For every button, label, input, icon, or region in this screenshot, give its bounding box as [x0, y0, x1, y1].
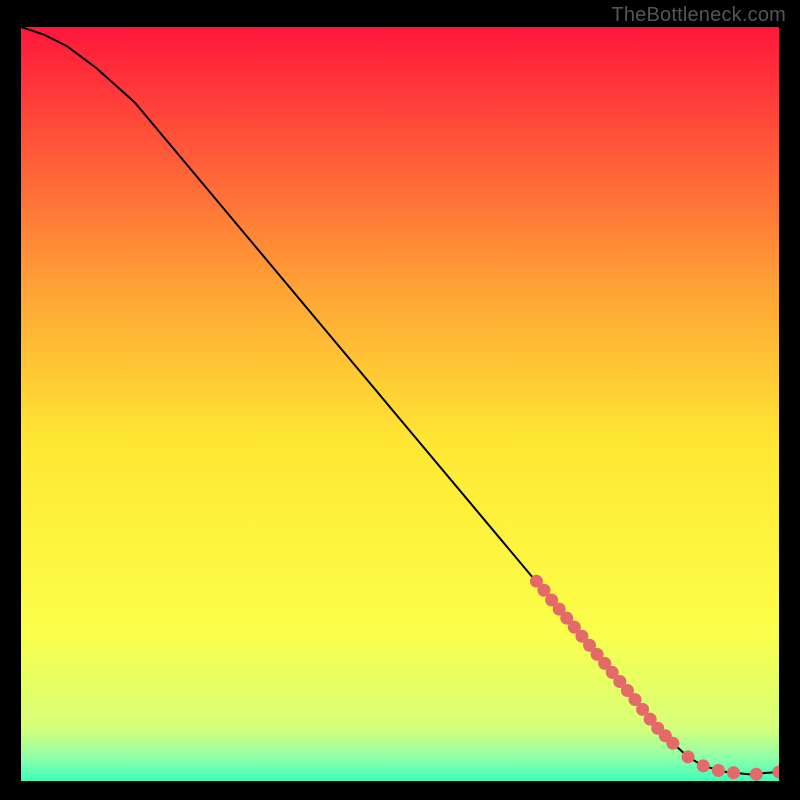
- gpu-marker: [750, 768, 762, 780]
- gpu-marker: [629, 694, 641, 706]
- gpu-marker: [637, 703, 649, 715]
- gpu-marker: [697, 760, 709, 772]
- gpu-marker: [728, 767, 740, 779]
- gradient-background: [21, 27, 779, 781]
- watermark-text: TheBottleneck.com: [611, 4, 786, 27]
- bottleneck-chart: [21, 27, 779, 781]
- chart-container: TheBottleneck.com: [0, 0, 800, 800]
- gpu-marker: [538, 584, 550, 596]
- gpu-marker: [712, 764, 724, 776]
- gpu-marker: [667, 737, 679, 749]
- gpu-marker: [682, 751, 694, 763]
